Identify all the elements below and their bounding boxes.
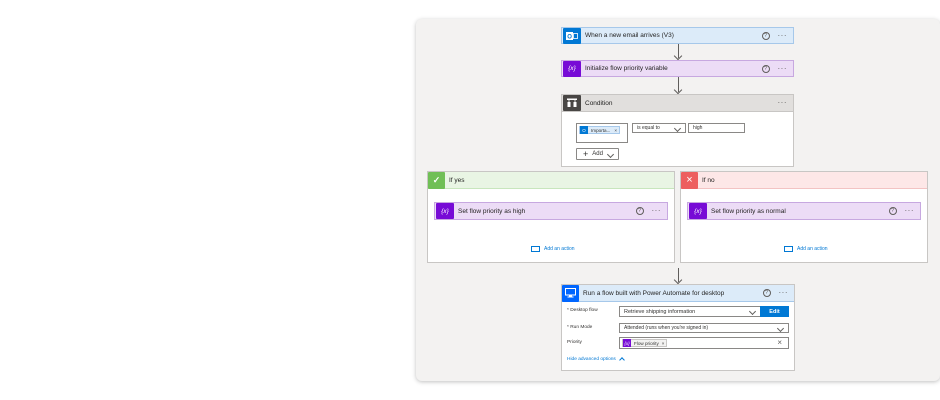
run-flow-title: Run a flow built with Power Automate for… (583, 289, 725, 297)
add-action-icon (784, 246, 793, 252)
if-yes-label: If yes (449, 176, 465, 184)
more-options-icon[interactable]: ··· (905, 207, 915, 215)
priority-input[interactable]: {x} Flow priority × × (619, 337, 789, 349)
help-icon[interactable]: ? (888, 207, 897, 215)
chevron-up-icon (618, 357, 625, 363)
variable-icon: {x} (436, 203, 454, 219)
more-options-icon[interactable]: ··· (778, 99, 788, 107)
hide-advanced-label: Hide advanced options (567, 356, 616, 362)
outlook-icon: O (580, 126, 588, 134)
condition-title: Condition (585, 99, 613, 107)
set-normal-title: Set flow priority as normal (711, 207, 786, 215)
help-icon[interactable]: ? (635, 207, 644, 215)
set-normal-action-card[interactable]: {x} Set flow priority as normal ? ··· (687, 202, 921, 220)
initialize-variable-card[interactable]: {x} Initialize flow priority variable ? … (561, 60, 794, 77)
chevron-down-icon (673, 124, 682, 133)
edit-label: Edit (769, 308, 780, 315)
desktop-flow-value: Retrieve shipping information (624, 308, 696, 315)
trigger-title: When a new email arrives (V3) (585, 32, 674, 39)
hide-advanced-options-link[interactable]: Hide advanced options (567, 356, 625, 363)
plus-icon: + (583, 149, 589, 159)
edit-button[interactable]: Edit (760, 306, 789, 317)
remove-token-icon[interactable]: × (662, 341, 665, 346)
condition-value: high (693, 125, 703, 131)
run-desktop-flow-card[interactable]: Run a flow built with Power Automate for… (561, 284, 795, 371)
set-high-title: Set flow priority as high (458, 207, 526, 215)
connector-arrow (678, 268, 679, 282)
variable-icon: {x} (623, 339, 631, 347)
flow-priority-token[interactable]: {x} Flow priority × (622, 339, 668, 347)
desktop-flow-select[interactable]: Retrieve shipping information (619, 306, 761, 317)
check-icon: ✓ (428, 171, 445, 189)
more-options-icon[interactable]: ··· (652, 207, 662, 215)
add-action-icon (531, 246, 540, 252)
variable-icon: {x} (689, 203, 707, 219)
more-options-icon[interactable]: ··· (778, 31, 788, 39)
flow-priority-label: Flow priority (634, 340, 659, 346)
help-icon[interactable]: ? (761, 31, 770, 40)
condition-card[interactable]: Condition ··· O Importa... × is equal to… (561, 94, 794, 167)
variable-icon: {x} (563, 60, 581, 77)
help-icon[interactable]: ? (762, 289, 771, 297)
condition-left-operand[interactable]: O Importa... × (576, 123, 628, 143)
clear-icon[interactable]: × (777, 338, 782, 347)
run-mode-select[interactable]: Attended (runs when you're signed in) (619, 323, 789, 333)
svg-text:O: O (567, 34, 572, 40)
add-condition-button[interactable]: + Add (576, 148, 619, 160)
chevron-down-icon (606, 150, 615, 158)
outlook-icon: O (563, 27, 581, 44)
help-icon[interactable]: ? (761, 64, 770, 73)
trigger-card[interactable]: O When a new email arrives (V3) ? ··· (561, 27, 794, 44)
more-options-icon[interactable]: ··· (779, 289, 789, 297)
if-no-branch: × If no {x} Set flow priority as normal … (680, 171, 928, 263)
add-action-label: Add an action (544, 246, 575, 252)
run-mode-label: * Run Mode (567, 325, 593, 330)
run-mode-value: Attended (runs when you're signed in) (624, 325, 709, 331)
remove-token-icon[interactable]: × (614, 128, 617, 133)
chevron-down-icon (748, 307, 757, 316)
priority-label: Priority (567, 340, 582, 345)
condition-icon (563, 95, 581, 111)
token-label: Importa... (591, 127, 611, 133)
desktop-flow-label: * Desktop flow (567, 308, 598, 313)
add-an-action-button[interactable]: Add an action (784, 246, 828, 252)
add-an-action-button[interactable]: Add an action (531, 246, 575, 252)
if-yes-branch: ✓ If yes {x} Set flow priority as high ?… (427, 171, 675, 263)
flow-designer-canvas: O When a new email arrives (V3) ? ··· {x… (416, 19, 940, 381)
set-high-action-card[interactable]: {x} Set flow priority as high ? ··· (434, 202, 668, 220)
close-icon: × (681, 171, 698, 189)
if-no-label: If no (702, 176, 715, 184)
more-options-icon[interactable]: ··· (778, 64, 788, 72)
init-var-title: Initialize flow priority variable (585, 65, 668, 72)
add-action-label: Add an action (797, 246, 828, 252)
connector-arrow (678, 44, 679, 58)
operator-value: is equal to (637, 125, 660, 131)
condition-value-input[interactable]: high (688, 123, 745, 133)
add-label: Add (592, 151, 603, 157)
desktop-flow-icon (562, 284, 579, 302)
connector-arrow (678, 77, 679, 92)
condition-operator-select[interactable]: is equal to (632, 123, 686, 133)
chevron-down-icon (776, 324, 785, 333)
importance-token[interactable]: O Importa... × (579, 126, 621, 134)
